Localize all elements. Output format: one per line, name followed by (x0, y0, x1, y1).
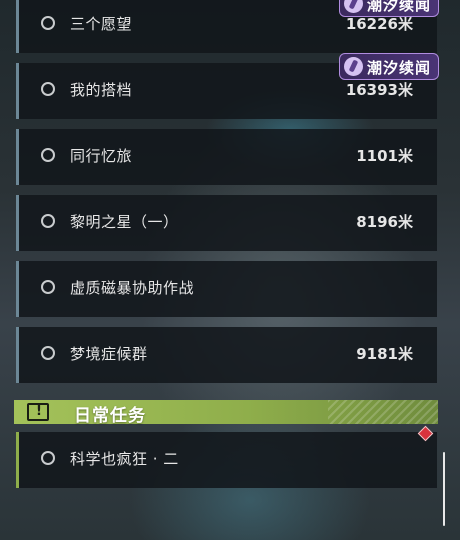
event-badge-label: 潮汐续闻 (367, 59, 432, 77)
scrollbar[interactable] (443, 452, 445, 526)
header-decoration (328, 400, 438, 424)
quest-status-circle-icon (41, 280, 55, 294)
quest-row-dream-syndrome[interactable]: 梦境症候群 9181米 (16, 327, 437, 383)
quest-name: 同行忆旅 (70, 147, 133, 165)
tide-event-icon (344, 57, 363, 76)
quest-name: 黎明之星（一） (70, 213, 179, 231)
quest-row-journey-memories[interactable]: 同行忆旅 1101米 (16, 129, 437, 185)
quest-status-circle-icon (41, 214, 55, 228)
quest-row-dawn-star[interactable]: 黎明之星（一） 8196米 (16, 195, 437, 251)
quest-name: 虚质磁暴协助作战 (70, 279, 195, 297)
event-badge: 潮汐续闻 (339, 0, 439, 17)
event-badge: 潮汐续闻 (339, 53, 439, 80)
quest-name: 梦境症候群 (70, 345, 148, 363)
quest-name: 三个愿望 (70, 15, 133, 33)
quest-status-circle-icon (41, 16, 55, 30)
quest-distance: 8196米 (356, 213, 413, 231)
quest-status-circle-icon (41, 346, 55, 360)
quest-distance: 9181米 (356, 345, 413, 363)
event-badge-label: 潮汐续闻 (367, 0, 432, 14)
tide-event-icon (344, 0, 363, 13)
quest-status-circle-icon (41, 148, 55, 162)
daily-tasks-header[interactable]: ! 日常任务 (14, 400, 438, 426)
quest-status-circle-icon (41, 451, 55, 465)
quest-row-tacet-storm[interactable]: 虚质磁暴协助作战 (16, 261, 437, 317)
quest-distance: 1101米 (356, 147, 413, 165)
quest-row-science-madness[interactable]: 科学也疯狂 · 二 (16, 432, 437, 488)
exclamation-icon: ! (27, 403, 49, 421)
quest-distance: 16393米 (345, 81, 413, 99)
quest-name: 我的搭档 (70, 81, 133, 99)
quest-name: 科学也疯狂 · 二 (70, 450, 179, 468)
quest-status-circle-icon (41, 82, 55, 96)
section-title: 日常任务 (74, 406, 146, 426)
